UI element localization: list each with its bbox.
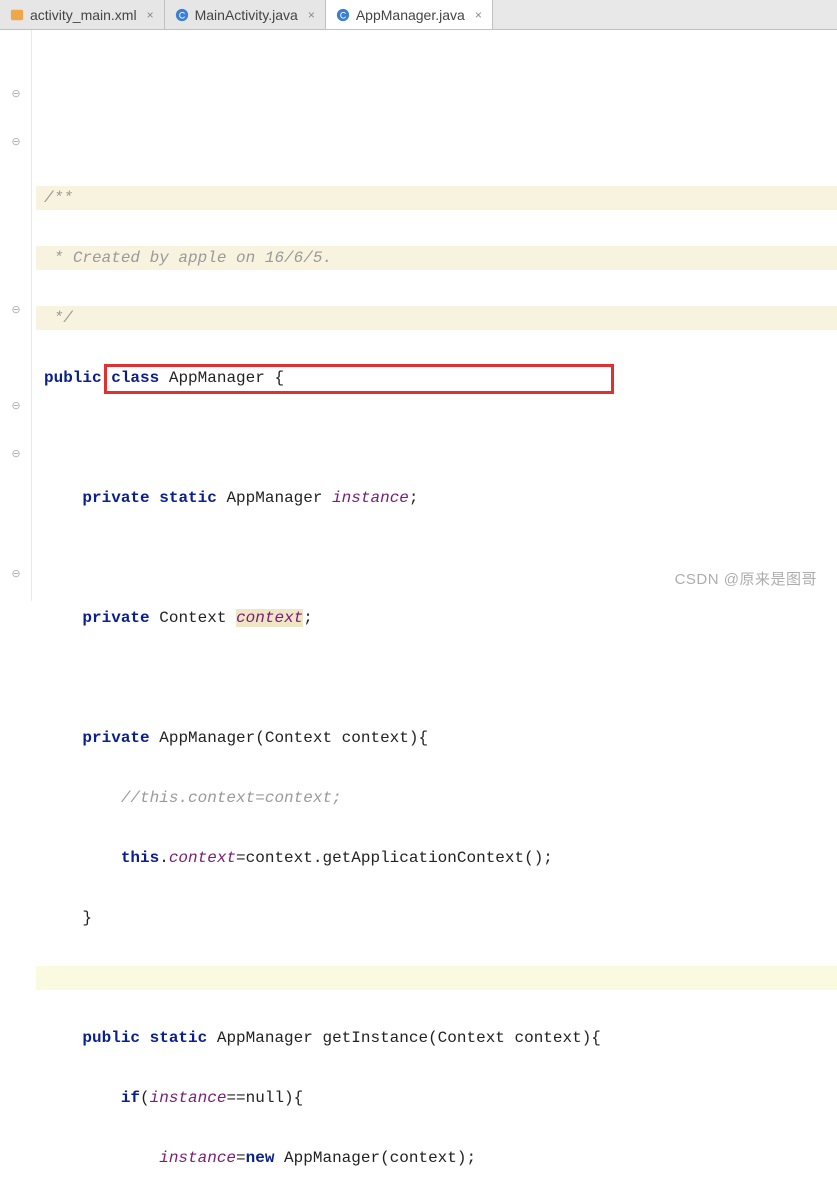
keyword: private	[82, 609, 149, 627]
fold-icon[interactable]	[8, 134, 24, 150]
svg-text:C: C	[340, 10, 346, 20]
keyword: private	[82, 729, 149, 747]
highlighted-line: this.context=context.getApplicationConte…	[36, 846, 837, 870]
tab-main-activity[interactable]: C MainActivity.java ×	[165, 0, 326, 29]
field: instance	[159, 1149, 236, 1167]
close-icon[interactable]: ×	[475, 8, 482, 22]
close-icon[interactable]: ×	[308, 8, 315, 22]
doc-comment: */	[44, 309, 73, 327]
fold-icon[interactable]	[8, 566, 24, 582]
field: context	[236, 609, 303, 627]
doc-comment: * Created by apple on 16/6/5.	[44, 249, 332, 267]
doc-comment: /**	[44, 189, 73, 207]
keyword: public	[82, 1029, 140, 1047]
tab-app-manager[interactable]: C AppManager.java ×	[326, 0, 493, 29]
keyword: class	[111, 369, 159, 387]
close-icon[interactable]: ×	[147, 8, 154, 22]
fold-icon[interactable]	[8, 86, 24, 102]
tab-label: activity_main.xml	[30, 7, 137, 23]
tab-activity-main[interactable]: activity_main.xml ×	[0, 0, 165, 29]
keyword: static	[159, 489, 217, 507]
java-class-icon: C	[336, 8, 350, 22]
keyword: if	[121, 1089, 140, 1107]
tab-bar: activity_main.xml × C MainActivity.java …	[0, 0, 837, 30]
tab-label: MainActivity.java	[195, 7, 298, 23]
field: context	[169, 849, 236, 867]
keyword: this	[121, 849, 159, 867]
tab-label: AppManager.java	[356, 7, 465, 23]
watermark: CSDN @原来是图哥	[675, 568, 817, 589]
java-class-icon: C	[175, 8, 189, 22]
keyword: private	[82, 489, 149, 507]
comment: //this.context=context;	[121, 789, 342, 807]
fold-icon[interactable]	[8, 398, 24, 414]
fold-icon[interactable]	[8, 302, 24, 318]
class-name: AppManager	[169, 369, 265, 387]
code-editor[interactable]: /** * Created by apple on 16/6/5. */ pub…	[0, 30, 837, 601]
field: instance	[150, 1089, 227, 1107]
svg-text:C: C	[178, 10, 184, 20]
code-area[interactable]: /** * Created by apple on 16/6/5. */ pub…	[32, 30, 837, 601]
fold-icon[interactable]	[8, 446, 24, 462]
gutter	[0, 30, 32, 601]
field: instance	[332, 489, 409, 507]
keyword: public	[44, 369, 102, 387]
keyword: new	[246, 1149, 275, 1167]
xml-file-icon	[10, 8, 24, 22]
keyword: static	[150, 1029, 208, 1047]
